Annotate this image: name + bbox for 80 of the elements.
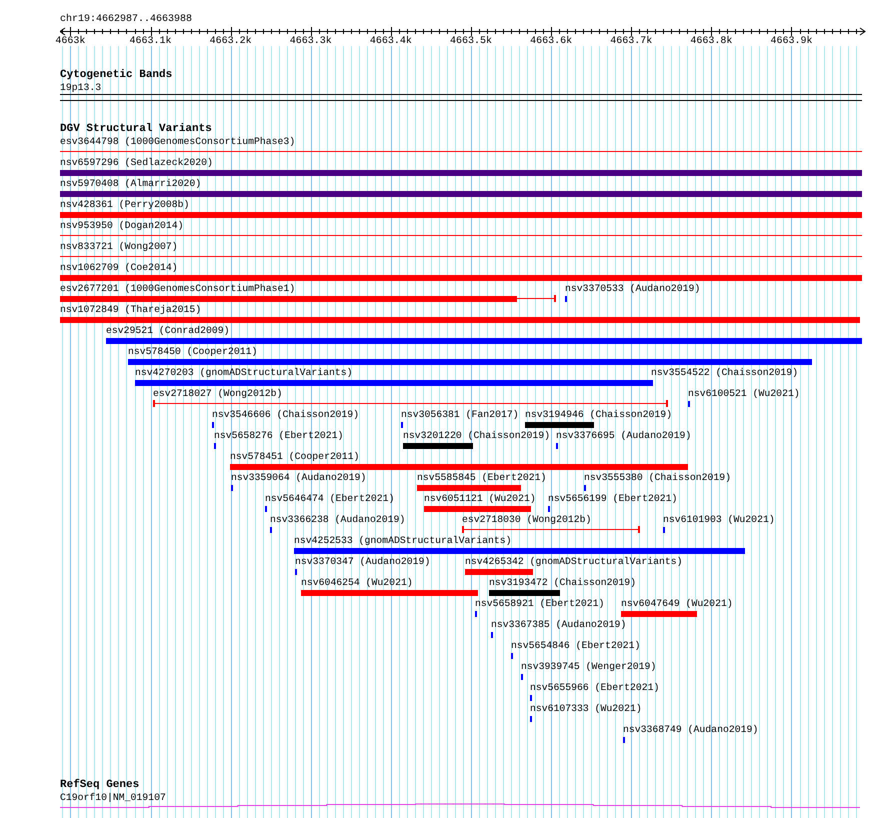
feature-label: nsv3554522 (Chaisson2019)	[651, 367, 798, 378]
tick-label: 4663.2k	[210, 36, 252, 48]
tick-label: 4663.5k	[450, 36, 492, 48]
feature-label: nsv6047649 (Wu2021)	[621, 598, 733, 609]
feature-label: nsv833721 (Wong2007)	[60, 241, 178, 252]
feature-label: nsv3376695 (Audano2019)	[556, 430, 692, 441]
feature-label: nsv3370533 (Audano2019)	[565, 283, 700, 294]
feature-label: nsv3201220 (Chaisson2019)	[403, 430, 550, 441]
feature-label: nsv3194946 (Chaisson2019)	[525, 409, 672, 420]
tick-label: 4663.4k	[370, 36, 412, 48]
feature-label: nsv578450 (Cooper2011)	[128, 346, 258, 357]
gene-line[interactable]	[60, 804, 860, 808]
variant-bar[interactable]	[465, 569, 533, 575]
variant-bar[interactable]	[106, 338, 862, 344]
feature-label: nsv5656199 (Ebert2021)	[548, 493, 678, 504]
tick-label: 4663.8k	[690, 36, 732, 48]
feature-label: nsv5646474 (Ebert2021)	[265, 493, 394, 504]
track-title: Cytogenetic Bands	[60, 69, 174, 82]
feature-label: nsv3368749 (Audano2019)	[623, 724, 758, 735]
feature-label: nsv5655966 (Ebert2021)	[530, 682, 660, 693]
feature-label: nsv3370347 (Audano2019)	[295, 556, 430, 567]
gene-label: C19orf10|NM_019107	[60, 792, 167, 803]
variant-bar[interactable]	[60, 170, 862, 176]
variant-bar[interactable]	[489, 590, 560, 596]
feature-label: nsv6107333 (Wu2021)	[530, 703, 642, 714]
feature-label: nsv3546606 (Chaisson2019)	[212, 409, 359, 420]
feature-label: nsv3367385 (Audano2019)	[491, 619, 626, 630]
region-label: chr19:4662987..4663988	[60, 14, 194, 26]
variant-bar[interactable]	[128, 359, 812, 365]
feature-label: esv2677201 (1000GenomesConsortiumPhase1)	[60, 283, 296, 294]
feature-label: nsv3193472 (Chaisson2019)	[489, 577, 636, 588]
tick-label: 4663.1k	[130, 36, 172, 48]
feature-label: nsv578451 (Cooper2011)	[230, 451, 360, 462]
variant-bar[interactable]	[60, 212, 862, 218]
feature-label: nsv5970408 (Almarri2020)	[60, 178, 202, 189]
tick-label: 4663.3k	[290, 36, 332, 48]
feature-label: nsv5658921 (Ebert2021)	[475, 598, 604, 609]
variant-bar[interactable]	[424, 506, 531, 512]
tick-label: 4663.9k	[770, 36, 812, 48]
variant-bar[interactable]	[294, 548, 745, 554]
band-label: 19p13.3	[60, 82, 102, 93]
variant-bar[interactable]	[135, 380, 651, 386]
variant-bar[interactable]	[60, 191, 862, 197]
feature-label: nsv6100521 (Wu2021)	[688, 388, 800, 399]
feature-label: nsv953950 (Dogan2014)	[60, 220, 184, 231]
feature-label: nsv5658276 (Ebert2021)	[214, 430, 344, 441]
track-title: DGV Structural Variants	[60, 123, 213, 136]
feature-label: esv29521 (Conrad2009)	[106, 325, 230, 336]
feature-label: nsv3056381 (Fan2017)	[401, 409, 519, 420]
feature-label: nsv428361 (Perry2008b)	[60, 199, 190, 210]
variant-bar[interactable]	[403, 443, 473, 449]
feature-label: esv2718030 (Wong2012b)	[462, 514, 592, 525]
tick-label: 4663.6k	[530, 36, 572, 48]
variant-bar[interactable]	[417, 485, 521, 491]
feature-label: nsv6101903 (Wu2021)	[663, 514, 775, 525]
variant-bar[interactable]	[525, 422, 594, 428]
variant-bar[interactable]	[301, 590, 478, 596]
feature-label: nsv5654846 (Ebert2021)	[511, 640, 640, 651]
track-title: RefSeq Genes	[60, 779, 140, 792]
tick-label: 4663.7k	[610, 36, 652, 48]
feature-label: nsv3939745 (Wenger2019)	[521, 661, 656, 672]
feature-label: nsv6597296 (Sedlazeck2020)	[60, 157, 213, 168]
feature-label: esv3644798 (1000GenomesConsortiumPhase3)	[60, 136, 296, 147]
variant-bar[interactable]	[230, 464, 688, 470]
feature-label: nsv6051121 (Wu2021)	[424, 493, 536, 504]
variant-bar[interactable]	[60, 275, 862, 281]
feature-label: nsv3555380 (Chaisson2019)	[584, 472, 731, 483]
variant-bar[interactable]	[621, 611, 697, 617]
feature-label: nsv1072849 (Thareja2015)	[60, 304, 202, 315]
tick-label: 4663k	[55, 36, 86, 48]
feature-label: nsv3366238 (Audano2019)	[270, 514, 406, 525]
feature-label: nsv6046254 (Wu2021)	[301, 577, 413, 588]
feature-label: nsv1062709 (Coe2014)	[60, 262, 178, 273]
feature-label: nsv5585845 (Ebert2021)	[417, 472, 546, 483]
feature-label: nsv4270203 (gnomADStructuralVariants)	[135, 367, 353, 378]
variant-bar[interactable]	[60, 317, 860, 323]
feature-label: nsv4252533 (gnomADStructuralVariants)	[294, 535, 512, 546]
feature-label: esv2718027 (Wong2012b)	[153, 388, 282, 399]
feature-label: nsv3359064 (Audano2019)	[231, 472, 366, 483]
feature-label: nsv4265342 (gnomADStructuralVariants)	[465, 556, 683, 567]
